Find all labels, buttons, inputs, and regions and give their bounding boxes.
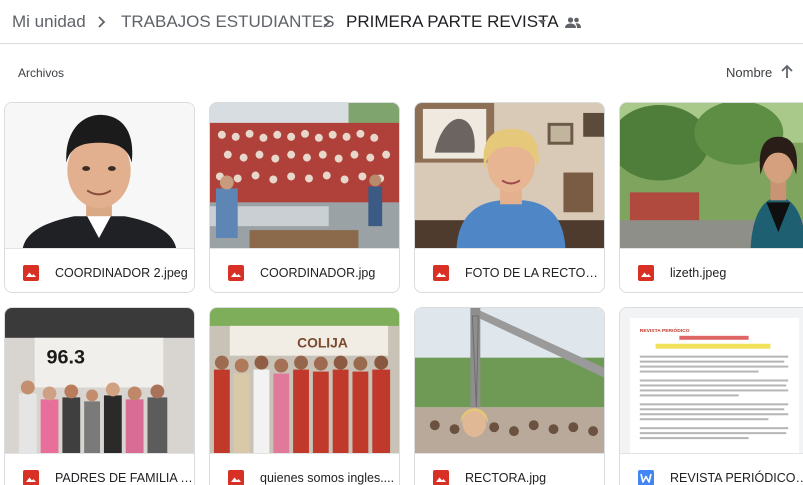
breadcrumb-root[interactable]: Mi unidad (12, 11, 86, 33)
image-file-icon (23, 470, 39, 485)
file-card[interactable]: COORDINADOR 2.jpeg (4, 102, 195, 293)
file-card[interactable]: COLIJA quienes somos ingles.... (209, 307, 400, 485)
file-thumbnail: COLIJA (210, 308, 399, 454)
file-thumbnail: 96.3 (5, 308, 194, 454)
file-name: COORDINADOR.jpg (260, 266, 376, 280)
file-card-footer: PADRES DE FAMILIA Y... (5, 454, 194, 485)
file-thumbnail: REVISTA PERIÓDICO (620, 308, 803, 454)
image-file-icon (23, 265, 39, 281)
file-card-footer: RECTORA.jpg (415, 454, 604, 485)
file-card[interactable]: lizeth.jpeg (619, 102, 803, 293)
file-thumbnail (5, 103, 194, 249)
files-section-label: Archivos (18, 66, 65, 80)
file-card[interactable]: RECTORA.jpg (414, 307, 605, 485)
file-name: lizeth.jpeg (670, 266, 727, 280)
file-card[interactable]: FOTO DE LA RECTORA... (414, 102, 605, 293)
file-name: quienes somos ingles.... (260, 471, 395, 485)
file-card[interactable]: COORDINADOR.jpg (209, 102, 400, 293)
file-name: PADRES DE FAMILIA Y... (55, 471, 193, 485)
breadcrumb-folder[interactable]: TRABAJOS ESTUDIANTES (121, 11, 334, 33)
sort-by-name-button[interactable]: Nombre (726, 65, 772, 80)
chevron-right-icon (96, 13, 108, 31)
file-name: REVISTA PERIÓDICO p... (670, 471, 803, 485)
image-file-icon (228, 470, 244, 485)
shared-people-icon[interactable] (564, 14, 582, 30)
file-card-footer: FOTO DE LA RECTORA... (415, 249, 604, 292)
file-card-footer: lizeth.jpeg (620, 249, 803, 292)
file-thumbnail (415, 308, 604, 454)
dropdown-arrow-icon[interactable] (536, 16, 548, 28)
breadcrumb-bar: Mi unidad TRABAJOS ESTUDIANTES PRIMERA P… (0, 0, 803, 44)
sort-arrow-up-icon[interactable] (779, 64, 795, 80)
breadcrumb-current[interactable]: PRIMERA PARTE REVISTA (346, 11, 559, 33)
file-card-footer: REVISTA PERIÓDICO p... (620, 454, 803, 485)
image-file-icon (433, 265, 449, 281)
file-thumbnail (415, 103, 604, 249)
college-sign-text: COLIJA (297, 335, 348, 351)
file-name: COORDINADOR 2.jpeg (55, 266, 188, 280)
radio-logo-text: 96.3 (47, 347, 85, 369)
word-file-icon (638, 470, 654, 485)
file-name: FOTO DE LA RECTORA... (465, 266, 603, 280)
chevron-right-icon (321, 13, 333, 31)
image-file-icon (638, 265, 654, 281)
image-file-icon (433, 470, 449, 485)
file-card[interactable]: REVISTA PERIÓDICO REVISTA PERIÓDICO p... (619, 307, 803, 485)
image-file-icon (228, 265, 244, 281)
file-thumbnail (620, 103, 803, 249)
file-card-footer: COORDINADOR.jpg (210, 249, 399, 292)
file-card-footer: COORDINADOR 2.jpeg (5, 249, 194, 292)
file-thumbnail (210, 103, 399, 249)
file-card-footer: quienes somos ingles.... (210, 454, 399, 485)
file-card[interactable]: 96.3 PADRES DE FAMILIA Y... (4, 307, 195, 485)
file-name: RECTORA.jpg (465, 471, 547, 485)
